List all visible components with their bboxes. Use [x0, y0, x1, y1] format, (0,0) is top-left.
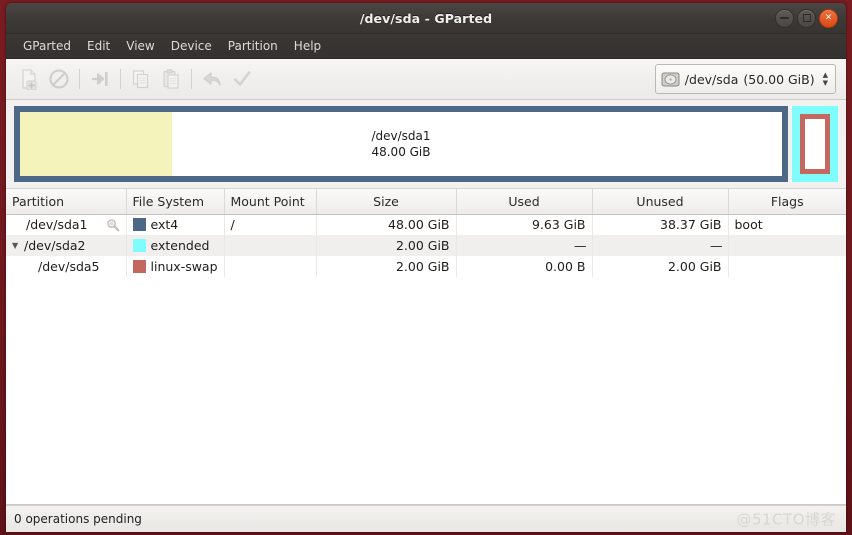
menu-edit[interactable]: Edit — [79, 37, 118, 56]
spinner-down-icon: ▼ — [822, 79, 828, 87]
filesystem-name: ext4 — [150, 217, 179, 233]
watermark: @51CTO博客 — [736, 510, 836, 529]
graphic-used-region — [20, 112, 173, 176]
column-header-mount-point[interactable]: Mount Point — [224, 189, 317, 215]
filesystem-color-swatch — [132, 239, 146, 252]
cell-partition-name: ▼ /dev/sda2 — [6, 235, 127, 256]
menu-partition[interactable]: Partition — [220, 37, 286, 56]
expand-triangle-icon[interactable]: ▼ — [12, 241, 24, 250]
hard-disk-icon — [661, 72, 680, 86]
filesystem-name: extended — [150, 238, 210, 253]
toolbar-separator-1 — [79, 69, 80, 89]
apply-button[interactable] — [227, 64, 257, 94]
window-title: /dev/sda - GParted — [359, 10, 493, 26]
cell-size: 2.00 GiB — [316, 256, 457, 277]
table-header-row: Partition File System Mount Point Size U… — [6, 189, 846, 215]
table-row[interactable]: /dev/sda5 linux-swap 2.00 GiB 0.00 B 2.0… — [6, 256, 846, 277]
status-bar: 0 operations pending @51CTO博客 — [6, 505, 846, 532]
cell-file-system: linux-swap — [126, 256, 225, 277]
cell-file-system: ext4 — [126, 214, 225, 235]
cell-size: 48.00 GiB — [316, 214, 457, 235]
cell-unused: 38.37 GiB — [592, 214, 729, 235]
menu-bar: GParted Edit View Device Partition Help — [6, 34, 846, 59]
copy-button[interactable] — [126, 64, 156, 94]
partition-name-text: /dev/sda2 — [24, 238, 86, 253]
graphic-partition-sda1[interactable]: /dev/sda1 48.00 GiB — [14, 106, 788, 182]
menu-device[interactable]: Device — [163, 37, 220, 56]
graphic-partition-sda5-swap[interactable] — [800, 114, 830, 174]
close-button[interactable]: ✕ — [819, 8, 838, 28]
toolbar-separator-3 — [191, 69, 192, 89]
gparted-window: /dev/sda - GParted ✕ GParted Edit View D… — [6, 3, 846, 532]
cell-partition-name: /dev/sda1 — [6, 214, 127, 235]
cell-flags — [728, 235, 846, 256]
cell-used: — — [456, 235, 593, 256]
device-selector[interactable]: /dev/sda (50.00 GiB) ▲ ▼ — [654, 64, 836, 94]
graphic-partition-size: 48.00 GiB — [371, 145, 431, 159]
window-controls: ✕ — [775, 3, 838, 33]
cell-mount-point — [224, 235, 317, 256]
partition-graphic: /dev/sda1 48.00 GiB — [6, 100, 846, 189]
cell-partition-name: /dev/sda5 — [6, 256, 127, 277]
title-bar: /dev/sda - GParted ✕ — [6, 3, 846, 34]
maximize-button[interactable] — [797, 8, 816, 28]
column-header-unused[interactable]: Unused — [592, 189, 729, 215]
toolbar: /dev/sda (50.00 GiB) ▲ ▼ — [6, 59, 846, 100]
maximize-icon — [802, 14, 811, 22]
copy-icon — [132, 70, 149, 89]
toolbar-separator-2 — [120, 69, 121, 89]
menu-help[interactable]: Help — [286, 37, 329, 56]
cell-unused: 2.00 GiB — [592, 256, 729, 277]
column-header-partition[interactable]: Partition — [6, 189, 127, 215]
menu-gparted[interactable]: GParted — [15, 37, 79, 56]
column-header-used[interactable]: Used — [456, 189, 593, 215]
cell-mount-point — [224, 256, 317, 277]
close-icon: ✕ — [824, 12, 833, 23]
delete-partition-button[interactable] — [44, 64, 74, 94]
new-partition-icon — [22, 69, 37, 90]
paste-icon — [163, 69, 179, 89]
new-partition-button[interactable] — [14, 64, 44, 94]
filesystem-color-swatch — [132, 218, 146, 232]
resize-move-icon — [92, 72, 108, 86]
paste-button[interactable] — [156, 64, 186, 94]
table-row[interactable]: ▼ /dev/sda2 extended 2.00 GiB — — — [6, 235, 846, 256]
operations-pending-text: 0 operations pending — [14, 512, 142, 526]
mounted-magnifier-icon — [106, 218, 120, 232]
cell-size: 2.00 GiB — [316, 235, 457, 256]
partition-name-text: /dev/sda5 — [38, 259, 100, 274]
menu-view[interactable]: View — [118, 37, 162, 56]
apply-checkmark-icon — [233, 71, 251, 86]
cell-used: 0.00 B — [456, 256, 593, 277]
graphic-partition-label: /dev/sda1 48.00 GiB — [371, 128, 430, 160]
cell-unused: — — [592, 235, 729, 256]
cell-file-system: extended — [126, 235, 225, 256]
device-spinner-arrows[interactable]: ▲ ▼ — [820, 71, 831, 87]
device-size: (50.00 GiB) — [743, 71, 815, 87]
undo-arrow-icon — [203, 72, 221, 86]
table-row[interactable]: /dev/sda1 ext4 / 48.00 GiB 9.63 GiB 38.3… — [6, 214, 846, 235]
desktop-background: /dev/sda - GParted ✕ GParted Edit View D… — [0, 0, 852, 535]
partition-table: Partition File System Mount Point Size U… — [6, 189, 846, 505]
column-header-size[interactable]: Size — [316, 189, 457, 215]
cell-mount-point: / — [224, 214, 317, 235]
filesystem-color-swatch — [132, 260, 146, 273]
device-name: /dev/sda — [684, 71, 739, 87]
cell-used: 9.63 GiB — [456, 214, 593, 235]
graphic-partition-name: /dev/sda1 — [371, 129, 431, 143]
minimize-button[interactable] — [775, 8, 794, 28]
column-header-file-system[interactable]: File System — [126, 189, 225, 215]
cell-flags — [728, 256, 846, 277]
graphic-partition-sda2-extended[interactable] — [792, 106, 838, 182]
column-header-flags[interactable]: Flags — [728, 189, 846, 215]
partition-name-text: /dev/sda1 — [26, 217, 88, 233]
filesystem-name: linux-swap — [150, 259, 218, 274]
cell-flags: boot — [734, 217, 763, 233]
spinner-up-icon: ▲ — [822, 71, 828, 79]
undo-button[interactable] — [197, 64, 227, 94]
minimize-icon — [780, 17, 789, 19]
delete-prohibition-icon — [49, 69, 69, 89]
resize-move-button[interactable] — [85, 64, 115, 94]
